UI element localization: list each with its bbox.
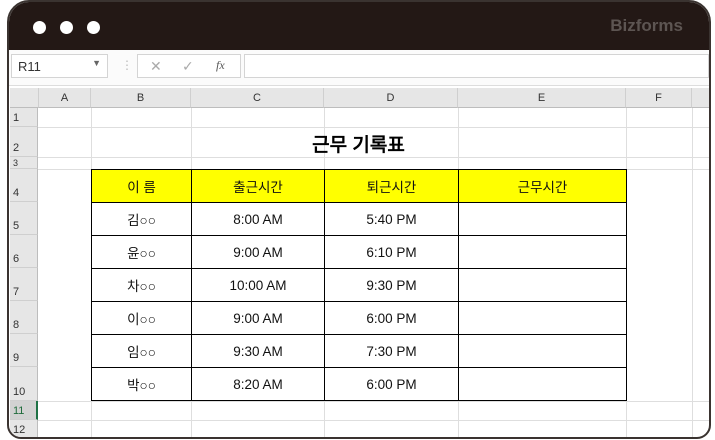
cell-work-hours[interactable] xyxy=(458,268,627,302)
chevron-down-icon[interactable]: ▼ xyxy=(92,58,101,68)
cell-clock-out[interactable]: 6:10 PM xyxy=(324,235,459,269)
cell-work-hours[interactable] xyxy=(458,202,627,236)
name-box-value: R11 xyxy=(18,59,41,74)
row-header-12[interactable]: 12 xyxy=(10,420,38,437)
cancel-icon[interactable]: ✕ xyxy=(150,58,162,75)
row-header-6[interactable]: 6 xyxy=(10,235,38,268)
cell-clock-in[interactable]: 9:30 AM xyxy=(191,334,325,368)
cell-clock-in[interactable]: 9:00 AM xyxy=(191,235,325,269)
formula-bar: R11 ▼ ⋮ ✕ ✓ fx xyxy=(9,50,709,86)
row-header-9[interactable]: 9 xyxy=(10,334,38,367)
row-header-5[interactable]: 5 xyxy=(10,202,38,235)
cell-name[interactable]: 윤○○ xyxy=(91,235,192,269)
formula-buttons: ✕ ✓ fx xyxy=(137,54,241,78)
table-row: 임○○ 9:30 AM 7:30 PM xyxy=(91,334,627,368)
sheet-title: 근무 기록표 xyxy=(312,135,405,156)
table-row: 이○○ 9:00 AM 6:00 PM xyxy=(91,301,627,335)
table-header-row: 이 름 출근시간 퇴근시간 근무시간 xyxy=(91,169,627,203)
column-header-g[interactable] xyxy=(692,88,709,108)
drag-handle-icon[interactable]: ⋮ xyxy=(121,58,133,72)
fx-icon[interactable]: fx xyxy=(216,58,225,73)
title-bar: Bizforms xyxy=(9,2,709,50)
window-dot-minimize[interactable] xyxy=(60,21,73,34)
column-header-f[interactable]: F xyxy=(626,88,692,108)
formula-input[interactable] xyxy=(244,54,709,78)
row-header-11[interactable]: 11 xyxy=(10,401,38,420)
cell-clock-in[interactable]: 8:20 AM xyxy=(191,367,325,401)
cell-name[interactable]: 차○○ xyxy=(91,268,192,302)
table-row: 윤○○ 9:00 AM 6:10 PM xyxy=(91,235,627,269)
header-clock-out[interactable]: 퇴근시간 xyxy=(324,169,459,203)
table-row: 김○○ 8:00 AM 5:40 PM xyxy=(91,202,627,236)
cell-clock-out[interactable]: 6:00 PM xyxy=(324,367,459,401)
cell-clock-in[interactable]: 10:00 AM xyxy=(191,268,325,302)
cell-clock-out[interactable]: 9:30 PM xyxy=(324,268,459,302)
column-header-c[interactable]: C xyxy=(191,88,324,108)
column-header-d[interactable]: D xyxy=(324,88,458,108)
name-box[interactable]: R11 ▼ xyxy=(11,54,108,78)
cell-name[interactable]: 임○○ xyxy=(91,334,192,368)
cell-clock-out[interactable]: 7:30 PM xyxy=(324,334,459,368)
column-header-a[interactable]: A xyxy=(39,88,91,108)
row-header-1[interactable]: 1 xyxy=(10,108,38,127)
spreadsheet-window: Bizforms R11 ▼ ⋮ ✕ ✓ fx A B C D E F 1 2 3… xyxy=(7,0,711,439)
cell-name[interactable]: 이○○ xyxy=(91,301,192,335)
cell-work-hours[interactable] xyxy=(458,301,627,335)
cell-work-hours[interactable] xyxy=(458,235,627,269)
row-header-10[interactable]: 10 xyxy=(10,367,38,401)
cell-clock-in[interactable]: 9:00 AM xyxy=(191,301,325,335)
work-record-table: 이 름 출근시간 퇴근시간 근무시간 김○○ 8:00 AM 5:40 PM 윤○○… xyxy=(91,169,627,401)
row-header-4[interactable]: 4 xyxy=(10,169,38,202)
sheet-grid[interactable]: A B C D E F 1 2 3 4 5 6 7 8 9 10 11 12 근… xyxy=(9,88,709,437)
cell-clock-out[interactable]: 6:00 PM xyxy=(324,301,459,335)
cell-work-hours[interactable] xyxy=(458,367,627,401)
cell-name[interactable]: 김○○ xyxy=(91,202,192,236)
window-dot-maximize[interactable] xyxy=(87,21,100,34)
header-clock-in[interactable]: 출근시간 xyxy=(191,169,325,203)
cell-work-hours[interactable] xyxy=(458,334,627,368)
table-row: 박○○ 8:20 AM 6:00 PM xyxy=(91,367,627,401)
row-header-3[interactable]: 3 xyxy=(10,157,38,169)
header-name[interactable]: 이 름 xyxy=(91,169,192,203)
check-icon[interactable]: ✓ xyxy=(182,58,194,75)
column-header-b[interactable]: B xyxy=(91,88,191,108)
column-header-e[interactable]: E xyxy=(458,88,626,108)
window-dot-close[interactable] xyxy=(33,21,46,34)
brand-logo: Bizforms xyxy=(610,16,683,35)
row-header-8[interactable]: 8 xyxy=(10,301,38,334)
header-work-hours[interactable]: 근무시간 xyxy=(458,169,627,203)
cell-clock-in[interactable]: 8:00 AM xyxy=(191,202,325,236)
cell-name[interactable]: 박○○ xyxy=(91,367,192,401)
select-all-corner[interactable] xyxy=(10,88,39,108)
row-header-7[interactable]: 7 xyxy=(10,268,38,301)
cell-clock-out[interactable]: 5:40 PM xyxy=(324,202,459,236)
row-header-2[interactable]: 2 xyxy=(10,127,38,157)
table-row: 차○○ 10:00 AM 9:30 PM xyxy=(91,268,627,302)
